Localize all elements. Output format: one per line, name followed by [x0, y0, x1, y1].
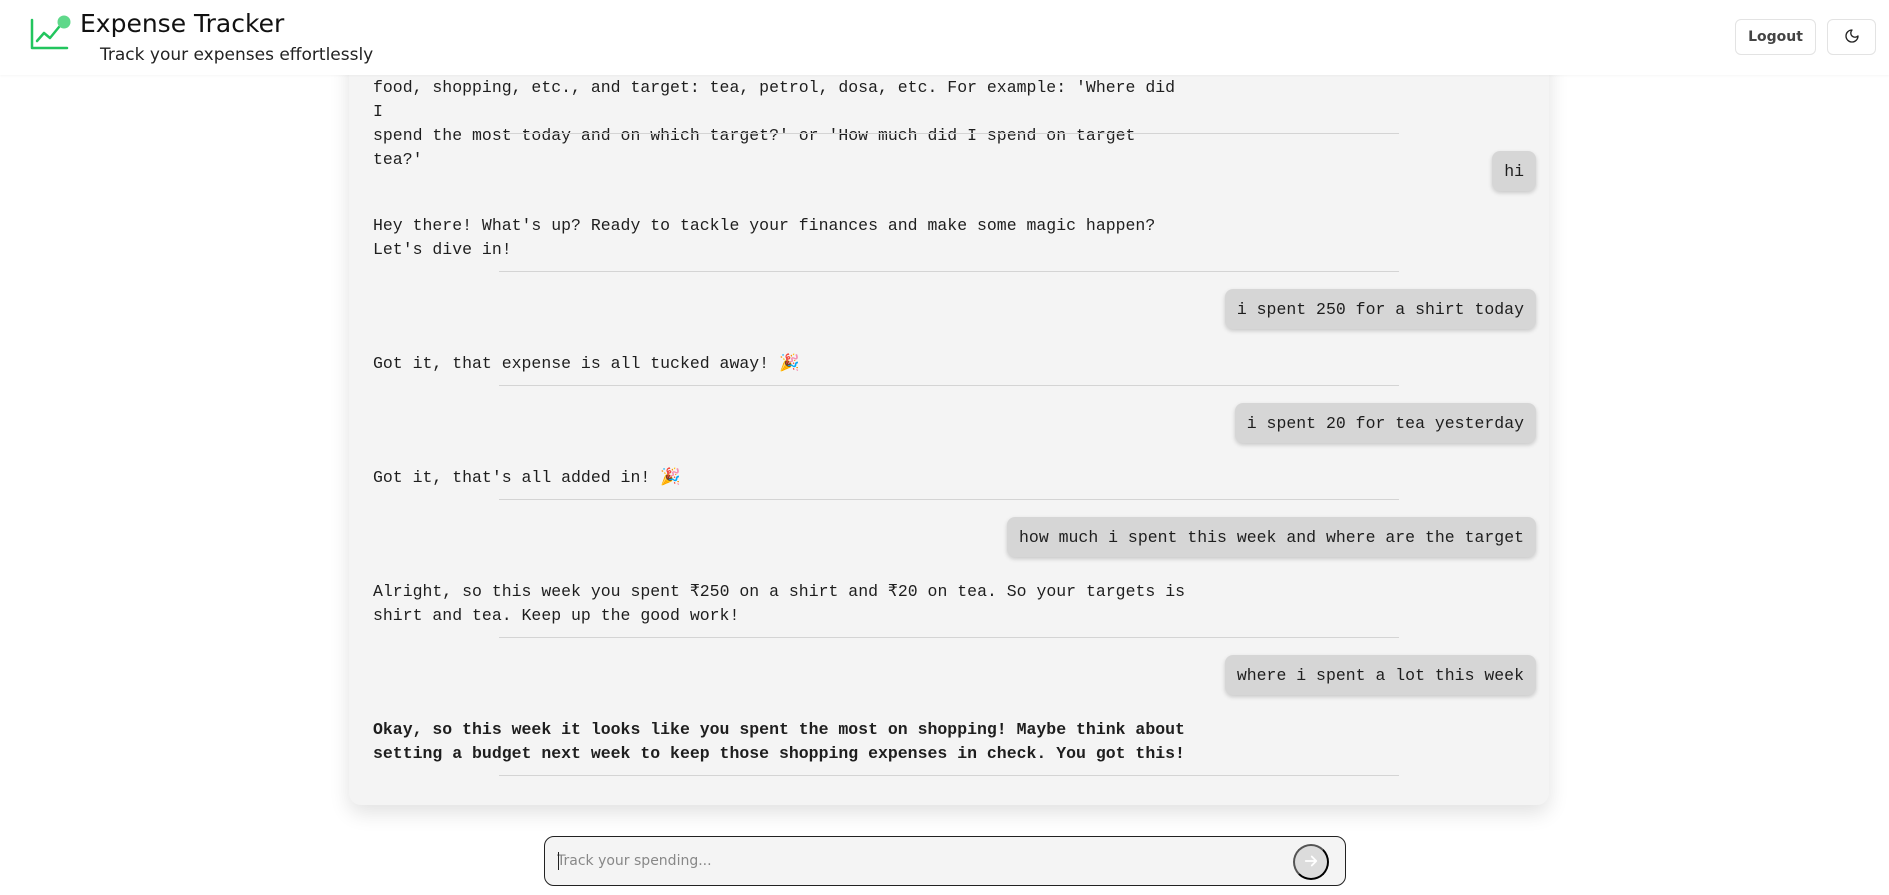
message-divider — [499, 271, 1399, 272]
bot-message: food, shopping, etc., and target: tea, p… — [373, 78, 1176, 169]
bot-message: Okay, so this week it looks like you spe… — [373, 720, 1185, 763]
message-divider — [499, 775, 1399, 776]
trending-up-chart-icon — [29, 14, 71, 52]
bot-message: Got it, that expense is all tucked away!… — [373, 354, 800, 373]
composer — [544, 836, 1346, 886]
arrow-right-icon — [1302, 852, 1320, 873]
message-divider — [499, 133, 1399, 134]
user-message: i spent 20 for tea yesterday — [1234, 403, 1536, 443]
user-message: how much i spent this week and where are… — [1007, 517, 1536, 557]
bot-message: Got it, that's all added in! 🎉 — [373, 468, 681, 487]
message-divider — [499, 499, 1399, 500]
user-message: where i spent a lot this week — [1224, 655, 1536, 695]
moon-icon — [1844, 28, 1860, 47]
text-caret — [558, 852, 559, 870]
user-message: hi — [1492, 151, 1536, 191]
spending-input[interactable] — [557, 837, 1257, 884]
bot-message: Hey there! What's up? Ready to tackle yo… — [373, 216, 1156, 259]
logout-button[interactable]: Logout — [1735, 19, 1816, 55]
message-divider — [499, 385, 1399, 386]
app-title: Expense Tracker — [80, 9, 285, 38]
chat-panel[interactable]: food, shopping, etc., and target: tea, p… — [349, 40, 1549, 805]
app-header: Expense Tracker Track your expenses effo… — [0, 0, 1889, 75]
user-message: i spent 250 for a shirt today — [1224, 289, 1536, 329]
app-subtitle: Track your expenses effortlessly — [100, 45, 374, 65]
bot-message: Alright, so this week you spent ₹250 on … — [373, 582, 1185, 625]
theme-toggle-button[interactable] — [1827, 19, 1876, 55]
send-button[interactable] — [1293, 844, 1329, 880]
message-divider — [499, 637, 1399, 638]
